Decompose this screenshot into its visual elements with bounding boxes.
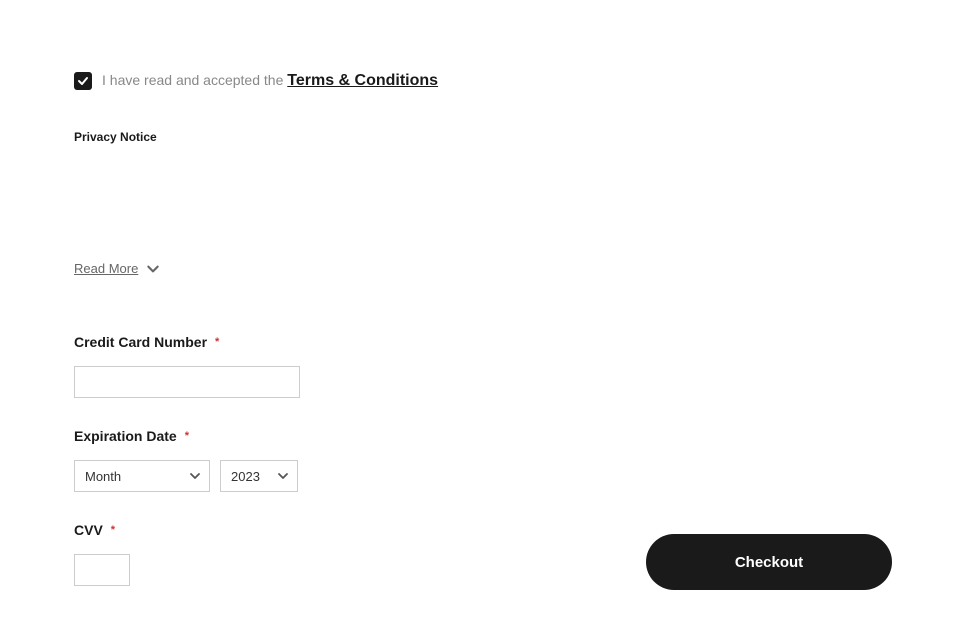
month-value: Month <box>85 469 121 484</box>
month-select[interactable]: Month <box>74 460 210 492</box>
expiration-label-text: Expiration Date <box>74 428 177 444</box>
terms-checkbox[interactable] <box>74 72 92 90</box>
cc-label: Credit Card Number * <box>74 334 884 350</box>
privacy-notice-heading: Privacy Notice <box>74 130 884 144</box>
cc-field-group: Credit Card Number * <box>74 334 884 398</box>
terms-text-container: I have read and accepted the Terms & Con… <box>102 72 438 90</box>
expiration-label: Expiration Date * <box>74 428 884 444</box>
terms-prefix-text: I have read and accepted the <box>102 72 287 88</box>
cvv-label-text: CVV <box>74 522 103 538</box>
required-indicator: * <box>111 524 115 536</box>
year-select[interactable]: 2023 <box>220 460 298 492</box>
credit-card-input[interactable] <box>74 366 300 398</box>
required-indicator: * <box>215 336 219 348</box>
chevron-down-icon <box>146 262 160 276</box>
terms-row: I have read and accepted the Terms & Con… <box>74 72 884 90</box>
expiration-field-group: Expiration Date * Month 2023 <box>74 428 884 492</box>
read-more-label: Read More <box>74 261 138 276</box>
checkmark-icon <box>77 75 89 87</box>
chevron-down-icon <box>277 470 289 482</box>
expiration-select-row: Month 2023 <box>74 460 884 492</box>
chevron-down-icon <box>189 470 201 482</box>
terms-conditions-link[interactable]: Terms & Conditions <box>287 72 438 89</box>
read-more-toggle[interactable]: Read More <box>74 261 160 276</box>
checkout-button[interactable]: Checkout <box>646 534 892 590</box>
year-value: 2023 <box>231 469 260 484</box>
cc-label-text: Credit Card Number <box>74 334 207 350</box>
required-indicator: * <box>185 430 189 442</box>
cvv-input[interactable] <box>74 554 130 586</box>
